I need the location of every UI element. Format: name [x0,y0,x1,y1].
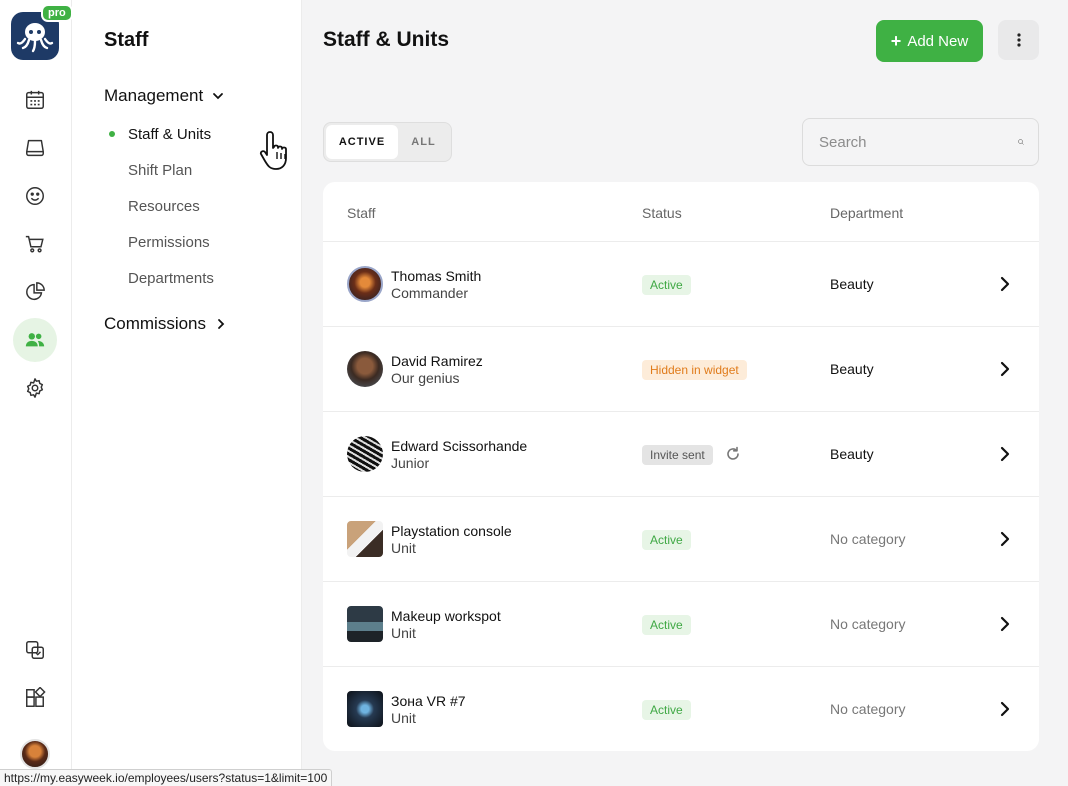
commissions-group[interactable]: Commissions [104,314,228,334]
staff-name: David Ramirez [391,353,483,369]
sidebar-item-departments[interactable]: Departments [128,270,214,287]
staff-avatar [347,436,383,472]
department-label: No category [830,531,906,547]
table-row[interactable]: Thomas Smith Commander Active Beauty [323,241,1039,326]
chevron-down-icon [213,93,224,100]
status-badge: Active [642,275,691,295]
search-input[interactable] [819,133,1018,151]
staff-role: Commander [391,285,469,301]
status-badge: Active [642,530,691,550]
chevron-right-icon[interactable] [997,531,1013,547]
management-group[interactable]: Management [104,86,225,106]
unit-thumbnail [347,606,383,642]
user-avatar[interactable] [20,739,50,769]
department-label: Beauty [830,276,874,292]
status-badge: Invite sent [642,445,713,465]
widgets-icon[interactable] [14,677,56,719]
plus-icon: + [890,31,902,51]
sidebar-title: Staff [104,29,149,51]
staff-role: Junior [391,455,430,471]
column-status[interactable]: Status [642,205,682,221]
department-label: Beauty [830,361,874,377]
pie-chart-icon[interactable] [14,271,56,313]
status-badge: Active [642,615,691,635]
staff-avatar [347,351,383,387]
staff-name: Thomas Smith [391,268,482,284]
hand-cursor-icon [259,131,287,170]
commissions-label: Commissions [104,314,207,333]
sidebar-item-resources[interactable]: Resources [128,198,200,215]
staff-name: Зона VR #7 [391,693,466,709]
calendar-icon[interactable] [14,79,56,121]
department-label: Beauty [830,446,874,462]
search-icon[interactable] [1018,133,1024,151]
status-badge: Active [642,700,691,720]
filter-active-tab[interactable]: ACTIVE [326,125,398,159]
staff-name: Edward Scissorhande [391,438,528,454]
staff-name: Makeup workspot [391,608,501,624]
table-row[interactable]: Зона VR #7 Unit Active No category [323,666,1039,751]
inbox-icon[interactable] [14,127,56,169]
chevron-right-icon[interactable] [997,616,1013,632]
status-bar-url: https://my.easyweek.io/employees/users?s… [0,769,333,786]
icon-rail: pro [0,0,73,786]
status-filter-toggle: ACTIVE ALL [323,122,452,162]
staff-name: Playstation console [391,523,512,539]
sidebar-item-shift-plan[interactable]: Shift Plan [128,162,192,179]
search-box [802,118,1039,166]
chevron-right-icon[interactable] [997,701,1013,717]
staff-table: Staff Status Department Thomas Smith Com… [323,182,1039,751]
chevron-right-icon [218,319,225,329]
staff-role: Unit [391,540,416,556]
table-row[interactable]: Edward Scissorhande Junior Invite sent B… [323,411,1039,496]
people-icon[interactable] [13,318,57,362]
department-label: No category [830,616,906,632]
table-header: Staff Status Department [323,182,1039,242]
sidebar-item-staff-units[interactable]: Staff & Units [128,126,211,143]
sidebar-item-permissions[interactable]: Permissions [128,234,210,251]
table-row[interactable]: David Ramirez Our genius Hidden in widge… [323,326,1039,411]
cart-icon[interactable] [14,223,56,265]
status-badge: Hidden in widget [642,360,747,380]
chevron-right-icon[interactable] [997,276,1013,292]
filter-all-tab[interactable]: ALL [398,125,449,159]
department-label: No category [830,701,906,717]
chevron-right-icon[interactable] [997,446,1013,462]
resend-invite-icon[interactable] [725,446,741,462]
page-title: Staff & Units [323,28,449,51]
staff-role: Our genius [391,370,460,386]
add-new-label: Add New [907,32,969,50]
copy-icon[interactable] [14,629,56,671]
smiley-icon[interactable] [14,175,56,217]
table-row[interactable]: Makeup workspot Unit Active No category [323,581,1039,666]
chevron-right-icon[interactable] [997,361,1013,377]
gear-icon[interactable] [14,367,56,409]
table-row[interactable]: Playstation console Unit Active No categ… [323,496,1039,581]
pro-badge: pro [41,4,73,22]
active-dot [109,131,115,137]
staff-role: Unit [391,710,416,726]
kebab-menu-icon [1016,33,1021,47]
unit-thumbnail [347,691,383,727]
management-label: Management [104,86,204,105]
staff-sidebar: Staff Management Staff & Units Shift Pla… [72,0,302,786]
add-new-button[interactable]: + Add New [876,20,983,62]
unit-thumbnail [347,521,383,557]
more-options-button[interactable] [998,20,1039,60]
staff-role: Unit [391,625,416,641]
staff-avatar [347,266,383,302]
column-department[interactable]: Department [830,205,903,221]
column-staff[interactable]: Staff [347,205,376,221]
